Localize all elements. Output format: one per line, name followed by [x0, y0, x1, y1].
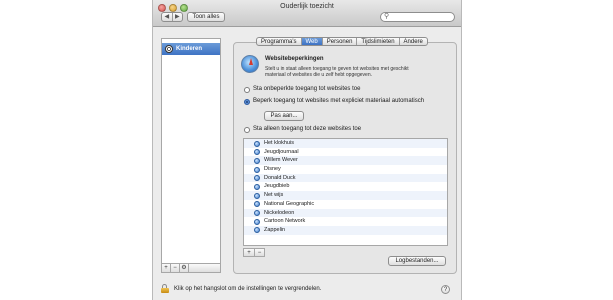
tab-bar: Programma's Web Personen Tijdslimieten A…: [256, 37, 428, 46]
globe-icon: [254, 192, 260, 199]
soccer-ball-icon: [165, 45, 173, 53]
site-list-item[interactable]: Donald Duck: [244, 173, 447, 183]
radio-limit-adult-label[interactable]: Beperk toegang tot websites met explicie…: [253, 98, 424, 104]
radio-allow-only[interactable]: [244, 127, 250, 133]
radio-unrestricted-label[interactable]: Sta onbeperkte toegang tot websites toe: [253, 86, 360, 92]
site-list-item[interactable]: Nickelodeon: [244, 208, 447, 218]
remove-user-button[interactable]: −: [171, 264, 180, 272]
site-list-item[interactable]: Willem Wever: [244, 156, 447, 166]
section-heading: Websitebeperkingen: [265, 56, 324, 62]
back-forward-control: ◀ ▶: [161, 12, 183, 22]
radio-limit-adult[interactable]: [244, 99, 250, 105]
site-name: Jeugdjournaal: [264, 148, 299, 155]
lock-icon[interactable]: [161, 284, 169, 293]
forward-button[interactable]: ▶: [171, 13, 183, 21]
globe-icon: [254, 175, 260, 182]
site-list-item[interactable]: Net wijs: [244, 191, 447, 200]
site-name: Net wijs: [264, 192, 284, 199]
site-name: Zappelin: [264, 226, 286, 233]
window-title: Ouderlijk toezicht: [280, 3, 334, 10]
add-site-button[interactable]: +: [244, 249, 254, 256]
lock-hint: Klik op het hangslot om de instellingen …: [174, 286, 322, 292]
globe-icon: [254, 218, 260, 225]
sidebar-item-label: Kinderen: [176, 46, 203, 52]
site-name: Het klokhuis: [264, 140, 294, 146]
remove-site-button[interactable]: −: [254, 249, 264, 256]
allowed-sites-list: Het klokhuis Jeugdjournaal Willem Wever Dis…: [243, 138, 448, 246]
tab-andere[interactable]: Andere: [398, 38, 427, 45]
globe-icon: [254, 140, 260, 147]
section-description: Stelt u in staat alleen toegang te geven…: [265, 66, 409, 78]
tab-programmas[interactable]: Programma's: [257, 38, 301, 45]
site-name: Jeugdbieb: [264, 183, 290, 190]
site-list-item[interactable]: Jeugdbieb: [244, 182, 447, 191]
sidebar-controls: + − ⚙: [161, 264, 221, 273]
site-list-item[interactable]: Disney: [244, 165, 447, 174]
site-name: Nickelodeon: [264, 209, 295, 216]
site-name: National Geographic: [264, 200, 315, 207]
footer-bar: Klik op het hangslot om de instellingen …: [153, 278, 461, 300]
globe-icon: [254, 157, 260, 164]
globe-icon: [254, 227, 260, 234]
tab-web[interactable]: Web: [300, 38, 322, 45]
site-list-item[interactable]: Jeugdjournaal: [244, 148, 447, 157]
logs-button[interactable]: Logbestanden...: [388, 256, 446, 266]
search-field[interactable]: ⚲: [380, 12, 455, 22]
show-all-button[interactable]: Toon alles: [187, 12, 225, 22]
magnifier-icon: ⚲: [384, 13, 390, 20]
site-name: Willem Wever: [264, 157, 298, 164]
compass-icon: [241, 55, 259, 73]
tab-personen[interactable]: Personen: [321, 38, 357, 45]
globe-icon: [254, 183, 260, 190]
site-list-item[interactable]: National Geographic: [244, 200, 447, 209]
site-name: Disney: [264, 166, 281, 173]
globe-icon: [254, 149, 260, 156]
back-button[interactable]: ◀: [162, 13, 172, 21]
sidebar-item-kinderen[interactable]: Kinderen: [162, 43, 220, 55]
add-user-button[interactable]: +: [162, 264, 171, 272]
preferences-window: Ouderlijk toezicht ◀ ▶ Toon alles ⚲ Kind…: [152, 0, 462, 300]
site-name: Cartoon Network: [264, 218, 306, 225]
title-bar: Ouderlijk toezicht ◀ ▶ Toon alles ⚲: [153, 0, 461, 27]
gear-icon[interactable]: ⚙: [180, 264, 189, 272]
globe-icon: [254, 210, 260, 216]
user-sidebar: Kinderen: [161, 38, 221, 264]
tab-tijdslimieten[interactable]: Tijdslimieten: [356, 38, 398, 45]
site-list-item[interactable]: Het klokhuis: [244, 139, 447, 148]
site-name: Donald Duck: [264, 174, 296, 181]
globe-icon: [254, 166, 260, 173]
site-list-item[interactable]: Cartoon Network: [244, 217, 447, 226]
customize-button[interactable]: Pas aan...: [264, 111, 304, 121]
radio-unrestricted[interactable]: [244, 87, 250, 93]
site-list-controls: + −: [243, 248, 265, 257]
site-list-item[interactable]: Zappelin: [244, 225, 447, 235]
globe-icon: [254, 201, 260, 208]
radio-allow-only-label[interactable]: Sta alleen toegang tot deze websites toe: [253, 126, 361, 132]
help-button[interactable]: ?: [441, 285, 450, 294]
